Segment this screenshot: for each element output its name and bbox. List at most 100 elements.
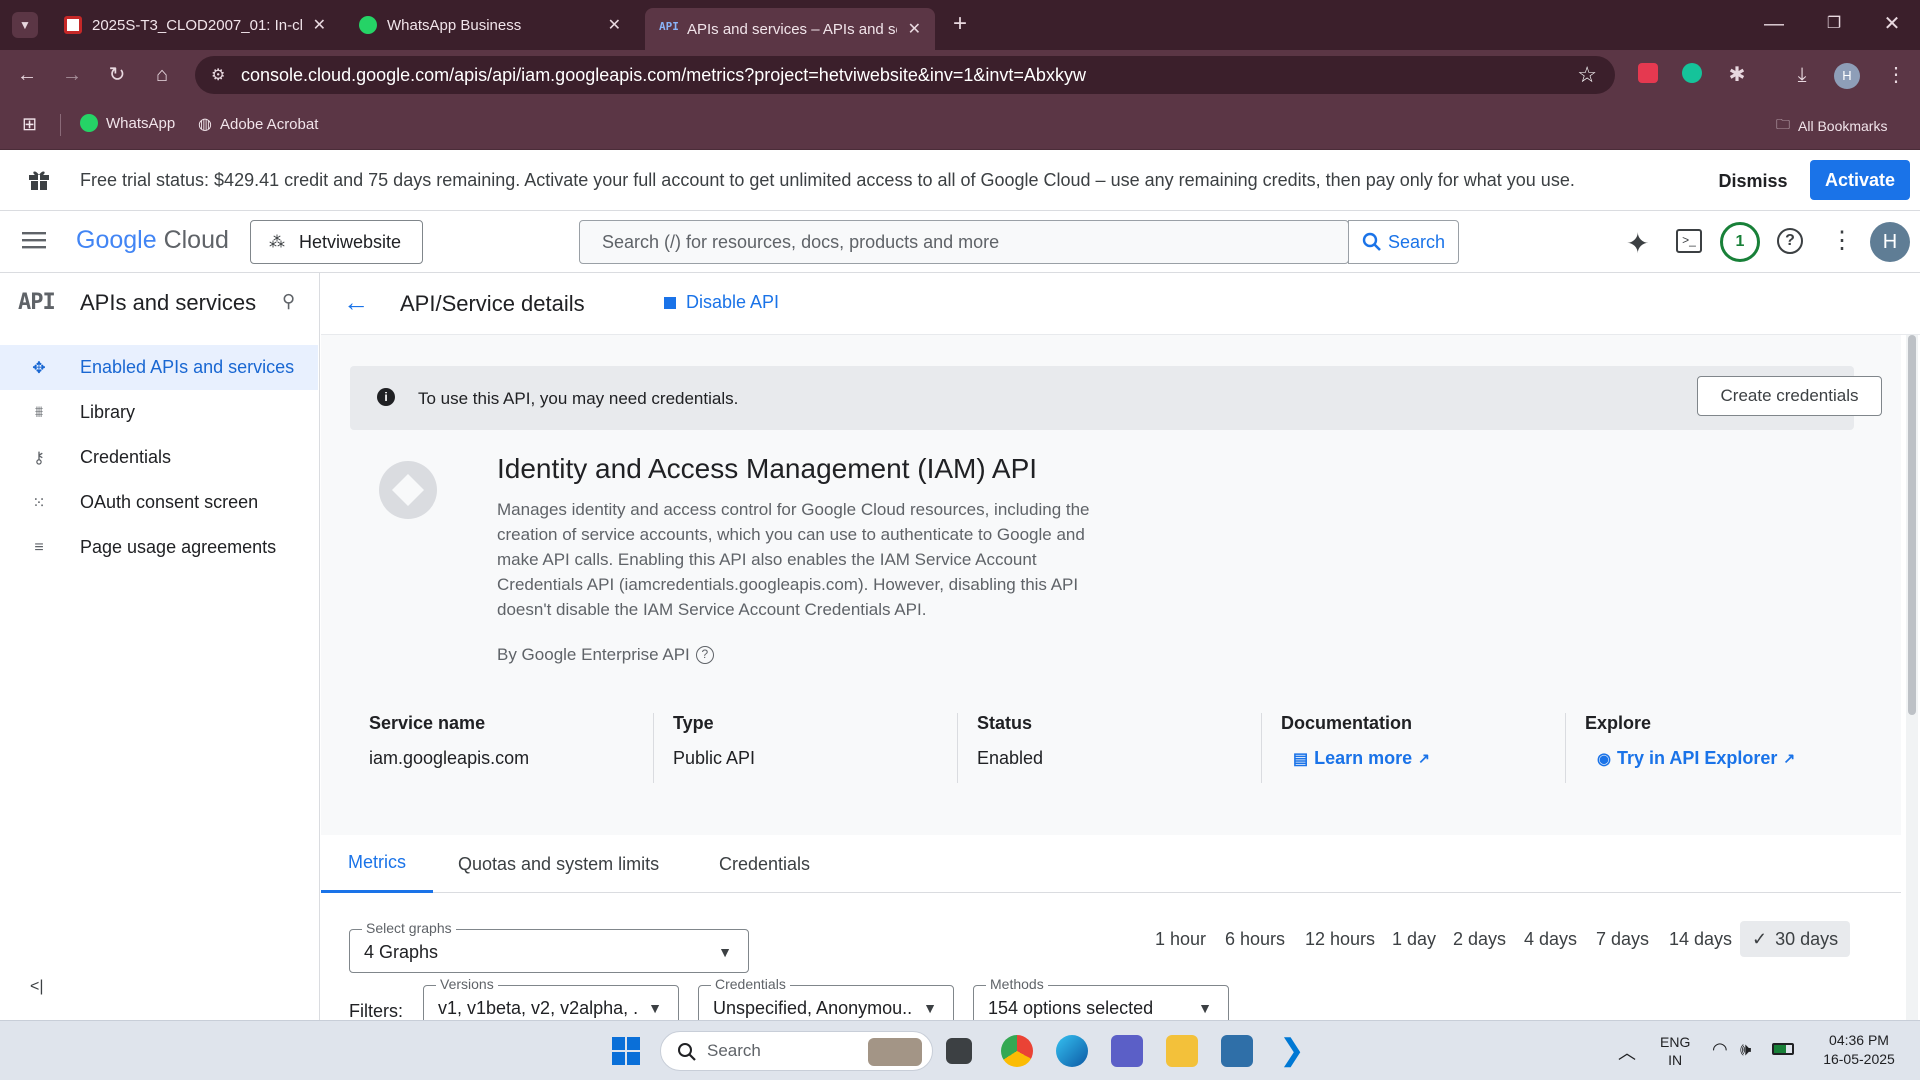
time-range-2-days[interactable]: 2 days [1453,921,1506,957]
search-button[interactable]: Search [1348,220,1459,264]
tab-credentials[interactable]: Credentials [719,835,810,893]
all-bookmarks-button[interactable]: 🗀 All Bookmarks [1776,114,1887,138]
downloads-icon[interactable]: ⤓ [1790,63,1814,87]
back-arrow-icon[interactable]: ← [343,287,369,318]
volume-icon[interactable]: 🕪 [1740,1039,1751,1060]
tab-metrics[interactable]: Metrics [321,835,433,893]
sidebar-item-oauth-consent[interactable]: ⁙ OAuth consent screen [0,480,318,525]
windows-start-icon[interactable] [612,1037,640,1065]
try-api-explorer-link[interactable]: ◉ Try in API Explorer ↗ [1585,748,1875,769]
more-options-icon[interactable]: ⋮ [1830,226,1854,255]
wifi-icon[interactable]: ◠ [1712,1039,1728,1060]
minimize-window-icon[interactable]: — [1762,12,1786,36]
page-scrollbar[interactable] [1906,335,1918,1020]
time-range-30-days[interactable]: ✓ 30 days [1740,921,1851,957]
bookmark-whatsapp[interactable]: WhatsApp [80,114,175,132]
time-range-14-days[interactable]: 14 days [1669,921,1732,957]
windows-taskbar: Search ❯ ︿ ENG IN ◠ 🕪 04:36 PM 16-05-202… [0,1020,1920,1080]
account-avatar[interactable]: H [1870,222,1910,262]
task-view-icon[interactable] [946,1038,972,1064]
back-icon[interactable]: ← [15,63,39,87]
gemini-sparkle-icon[interactable]: ✦ [1626,227,1649,260]
language-indicator[interactable]: ENG IN [1660,1033,1690,1069]
sidebar-item-library[interactable]: ⩩ Library [0,390,318,435]
show-hidden-icons-icon[interactable]: ︿ [1618,1039,1636,1065]
bookmark-divider [60,114,61,136]
project-picker-button[interactable]: ⁂ Hetviwebsite [250,220,423,264]
clock[interactable]: 04:36 PM 16-05-2025 [1814,1031,1904,1069]
bookmark-adobe-acrobat[interactable]: ◍ Adobe Acrobat [198,114,318,134]
type-label: Type [673,713,714,733]
main-menu-icon[interactable] [22,230,46,250]
cloud-shell-icon[interactable]: >_ [1676,229,1702,253]
search-icon [1362,232,1381,251]
learn-more-link[interactable]: ▤ Learn more ↗ [1281,748,1531,769]
sidebar-item-page-usage[interactable]: ≡ Page usage agreements [0,525,318,570]
console-search-input[interactable]: Search (/) for resources, docs, products… [579,220,1349,264]
forward-icon[interactable]: → [60,63,84,87]
project-hierarchy-icon: ⁂ [269,234,285,251]
pin-icon[interactable]: ⚲ [282,291,295,312]
time-range-7-days[interactable]: 7 days [1596,921,1649,957]
battery-icon[interactable] [1772,1043,1794,1055]
close-window-icon[interactable]: ✕ [1880,12,1904,36]
collapse-sidebar-icon[interactable]: <| [30,978,44,996]
sidebar-item-credentials[interactable]: ⚷ Credentials [0,435,318,480]
restore-window-icon[interactable]: ❐ [1822,12,1846,36]
create-credentials-button[interactable]: Create credentials [1697,376,1882,416]
time-range-4-days[interactable]: 4 days [1524,921,1577,957]
column-divider [957,713,958,783]
screen-app-taskbar-icon[interactable] [1221,1035,1253,1067]
new-tab-button[interactable]: + [948,12,972,36]
time-range-12-hours[interactable]: 12 hours [1305,921,1375,957]
google-cloud-logo[interactable]: Google Cloud [76,226,229,255]
api-favicon-icon: API [659,20,679,33]
chevron-down-icon: ▼ [648,1000,662,1016]
time-range-1-hour[interactable]: 1 hour [1155,921,1206,957]
grammarly-extension-icon[interactable] [1680,63,1704,87]
close-tab-icon[interactable]: ✕ [908,19,921,39]
teams-taskbar-icon[interactable] [1111,1035,1143,1067]
vscode-taskbar-icon[interactable]: ❯ [1276,1035,1308,1067]
home-icon[interactable]: ⌂ [150,63,174,87]
tab-search-icon[interactable]: ▼ [12,12,38,38]
sidebar-item-enabled-apis[interactable]: ✥ Enabled APIs and services [0,345,318,390]
browser-tab-apis[interactable]: API APIs and services – APIs and ser ✕ [645,8,935,50]
tab-quotas[interactable]: Quotas and system limits [458,835,659,893]
address-bar[interactable]: ⚙ console.cloud.google.com/apis/api/iam.… [195,56,1615,94]
profile-avatar[interactable]: H [1834,63,1860,89]
help-circle-icon[interactable]: ? [695,646,714,664]
notifications-badge[interactable]: 1 [1720,222,1760,262]
apps-grid-icon[interactable]: ⊞ [22,114,37,135]
disable-api-button[interactable]: Disable API [664,292,779,313]
help-icon[interactable]: ? [1777,228,1803,254]
type-column: Type Public API [673,713,923,769]
browser-tab-moodle[interactable]: 2025S-T3_CLOD2007_01: In-cla ✕ [50,8,340,42]
enabled-apis-icon: ✥ [32,359,46,377]
extensions-icon[interactable]: ✱ [1725,63,1749,87]
trial-status-text: Free trial status: $429.41 credit and 75… [80,170,1575,190]
reload-icon[interactable]: ↻ [105,63,129,87]
browser-toolbar: ← → ↻ ⌂ ⚙ console.cloud.google.com/apis/… [0,50,1920,100]
pocket-extension-icon[interactable] [1636,63,1660,87]
activate-button[interactable]: Activate [1810,160,1910,200]
status-value: Enabled [977,748,1044,768]
documentation-label: Documentation [1281,713,1413,733]
search-highlight-image [868,1038,922,1066]
scrollbar-thumb[interactable] [1908,335,1916,715]
browser-tab-whatsapp[interactable]: WhatsApp Business ✕ [345,8,635,42]
select-graphs-dropdown[interactable]: Select graphs 4 Graphs ▼ [349,920,749,973]
edge-taskbar-icon[interactable] [1056,1035,1088,1067]
close-tab-icon[interactable]: ✕ [313,15,326,35]
time-range-6-hours[interactable]: 6 hours [1225,921,1285,957]
taskbar-search-box[interactable]: Search [660,1031,933,1071]
file-explorer-taskbar-icon[interactable] [1166,1035,1198,1067]
chrome-taskbar-icon[interactable] [1001,1035,1033,1067]
key-icon: ⚷ [33,449,45,467]
site-info-icon[interactable]: ⚙ [211,65,225,85]
time-range-1-day[interactable]: 1 day [1392,921,1436,957]
browser-menu-icon[interactable]: ⋮ [1884,63,1908,87]
bookmark-star-icon[interactable]: ☆ [1577,62,1597,88]
close-tab-icon[interactable]: ✕ [608,15,621,35]
dismiss-button[interactable]: Dismiss [1708,162,1798,200]
